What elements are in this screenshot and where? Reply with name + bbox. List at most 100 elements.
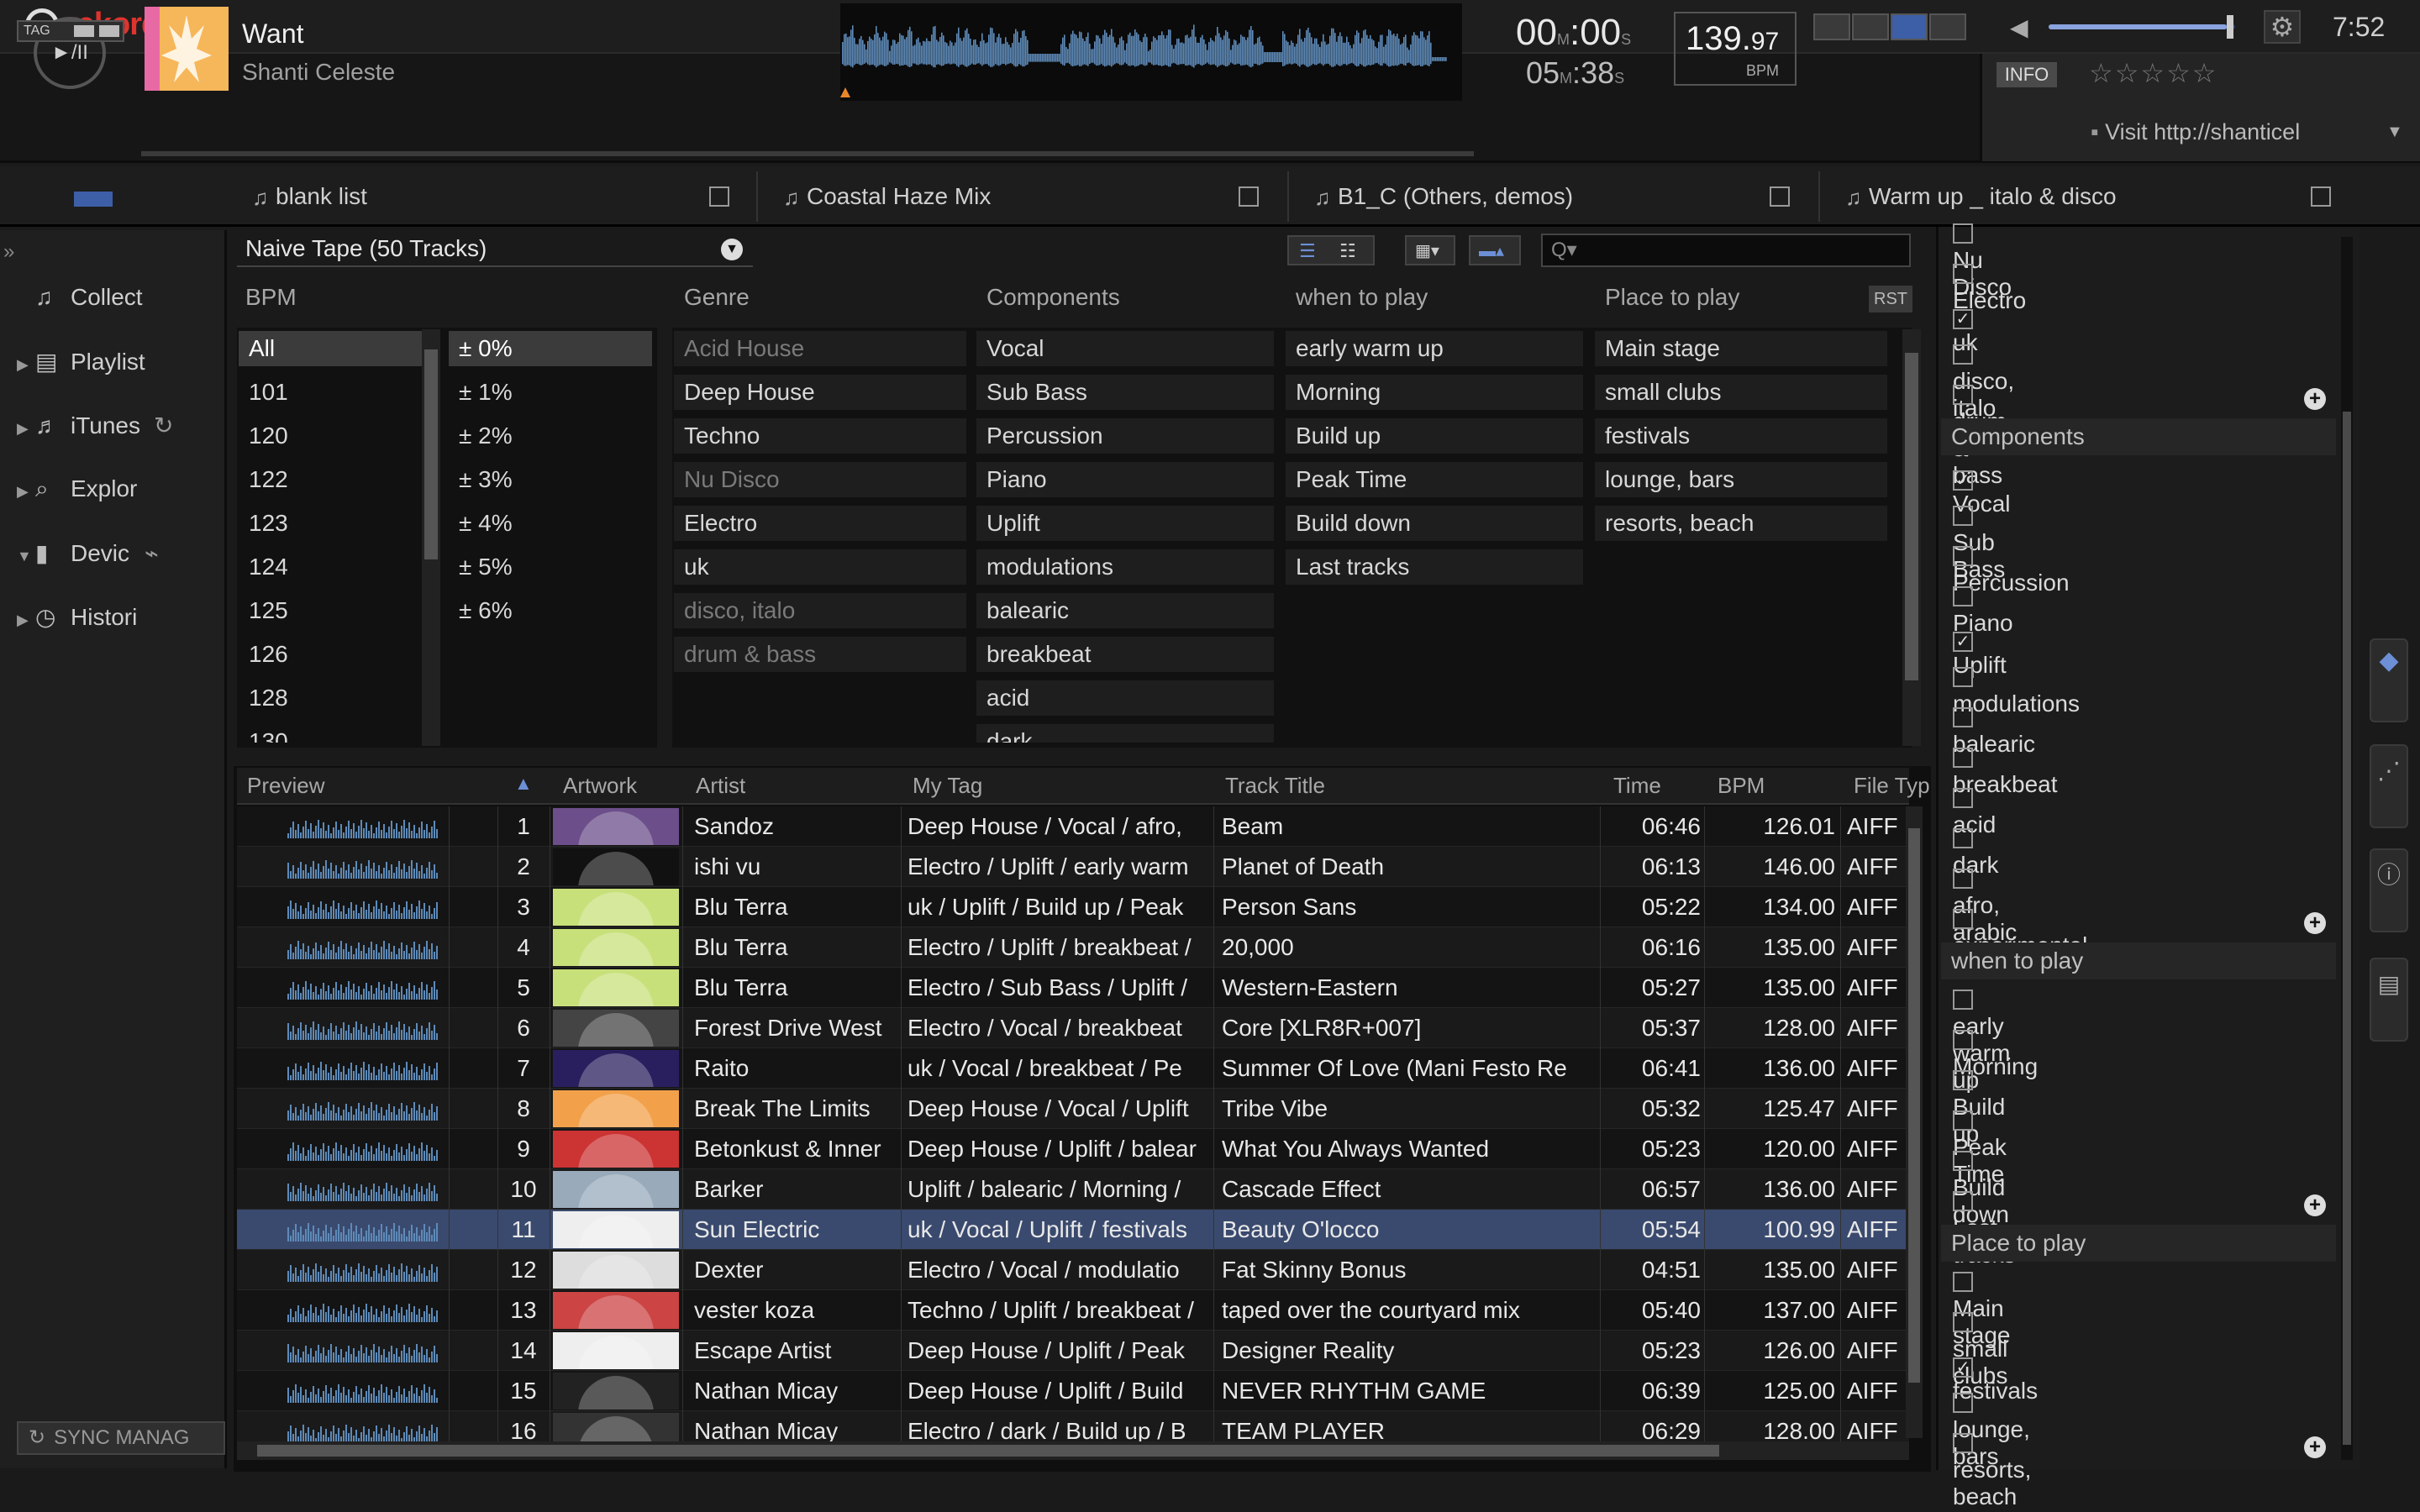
tag-checkbox-item[interactable]: Morning — [1953, 1026, 2038, 1079]
components-filter-item[interactable]: Percussion — [976, 418, 1274, 454]
tag-checkbox-item[interactable]: Percussion — [1953, 543, 2070, 596]
column-file-type[interactable]: File Typ — [1854, 773, 1930, 799]
table-row[interactable]: 7 Raito uk / Vocal / breakbeat / Pe Summer … — [237, 1048, 1909, 1089]
volume-icon[interactable]: ◀ — [2010, 13, 2033, 40]
checkbox-icon[interactable] — [1953, 586, 1973, 606]
components-filter-item[interactable]: acid — [976, 680, 1274, 716]
expand-sidebar-icon[interactable]: » — [3, 240, 14, 264]
checkbox-checked-icon[interactable]: ✓ — [1953, 1357, 1973, 1378]
table-row[interactable]: 3 Blu Terra uk / Uplift / Build up / Peak P… — [237, 887, 1909, 927]
preview-waveform[interactable] — [287, 1421, 444, 1443]
column-artwork[interactable]: Artwork — [563, 773, 637, 799]
info-dropdown-icon[interactable]: ▼ — [2386, 123, 2403, 142]
genre-filter-item[interactable]: uk — [674, 549, 966, 585]
preview-waveform[interactable] — [287, 1139, 444, 1161]
tolerance-filter-item[interactable]: ± 4% — [449, 506, 652, 541]
list-view-toggle[interactable]: ☰ ☷ — [1287, 235, 1375, 265]
when-filter-item[interactable]: Peak Time — [1286, 462, 1583, 497]
preview-waveform[interactable] — [287, 1300, 444, 1322]
checkbox-checked-icon[interactable]: ✓ — [1953, 309, 1973, 329]
tag-checkbox-item[interactable]: early warm up — [1953, 986, 2010, 1093]
tag-checkbox-item[interactable]: small clubs — [1953, 1309, 2007, 1389]
place-filter-item[interactable]: small clubs — [1595, 375, 1887, 410]
preview-waveform[interactable] — [287, 937, 444, 959]
place-filter-item[interactable]: lounge, bars — [1595, 462, 1887, 497]
tag-checkbox-item[interactable]: lounge, bars — [1953, 1389, 2030, 1469]
tab-menu-icon[interactable] — [1770, 186, 1790, 207]
preview-waveform[interactable] — [287, 897, 444, 919]
sidebar-item-itunes[interactable]: ▶ ♬ iTunes ↻ — [17, 412, 173, 445]
column-my-tag[interactable]: My Tag — [913, 773, 982, 799]
info-side-icon[interactable]: ⓘ — [2370, 848, 2408, 932]
tag-checkbox-item[interactable]: disco, italo — [1953, 341, 2014, 421]
tag-checkbox-item[interactable]: dark — [1953, 825, 1998, 878]
table-horizontal-scrollbar[interactable] — [237, 1441, 1909, 1460]
genre-filter-item[interactable]: Techno — [674, 418, 966, 454]
checkbox-icon[interactable] — [1953, 869, 1973, 889]
layout-2-button[interactable] — [1852, 13, 1889, 40]
preview-waveform[interactable] — [287, 1058, 444, 1080]
checkbox-icon[interactable] — [1953, 1312, 1973, 1332]
checkbox-icon[interactable] — [1953, 546, 1973, 566]
components-filter-item[interactable]: modulations — [976, 549, 1274, 585]
checkbox-icon[interactable] — [1953, 344, 1973, 365]
components-filter-item[interactable]: Uplift — [976, 506, 1274, 541]
preview-waveform[interactable] — [287, 978, 444, 1000]
layout-3-button[interactable] — [1891, 13, 1928, 40]
sidebar-item-collection[interactable]: ♫ Collect — [17, 284, 143, 318]
genre-filter-item[interactable]: disco, italo — [674, 593, 966, 628]
components-filter-item[interactable]: Piano — [976, 462, 1274, 497]
bpm-filter-item[interactable]: 124 — [239, 549, 422, 585]
checkbox-icon[interactable] — [1953, 506, 1973, 526]
components-filter-item[interactable]: Sub Bass — [976, 375, 1274, 410]
tag-checkbox-item[interactable]: balearic — [1953, 704, 2035, 757]
table-row[interactable]: 13 vester koza Techno / Uplift / breakbeat… — [237, 1290, 1909, 1331]
genre-filter-item[interactable]: drum & bass — [674, 637, 966, 672]
playlist-selector[interactable]: Naive Tape (50 Tracks) ▼ — [237, 232, 753, 267]
when-filter-item[interactable]: Morning — [1286, 375, 1583, 410]
preview-waveform[interactable] — [287, 1179, 444, 1201]
column-track-title[interactable]: Track Title — [1225, 773, 1325, 799]
checkbox-icon[interactable] — [1953, 707, 1973, 727]
table-row[interactable]: 6 Forest Drive West Electro / Vocal / brea… — [237, 1008, 1909, 1048]
checkbox-checked-icon[interactable]: ✓ — [1953, 632, 1973, 652]
tab-coastal-haze-mix[interactable]: ♫ Coastal Haze Mix — [776, 171, 1289, 222]
checkbox-icon[interactable] — [1953, 909, 1973, 929]
column-sort-number[interactable]: ▲ — [514, 773, 533, 795]
bpm-filter-item[interactable]: 122 — [239, 462, 422, 497]
tag-checkbox-item[interactable]: Last tracks — [1953, 1188, 2016, 1268]
sidebar-item-playlist[interactable]: ▶ ▤ Playlist — [17, 348, 145, 381]
tab-b1-c[interactable]: ♫ B1_C (Others, demos) — [1307, 171, 1820, 222]
tag-checkbox-item[interactable]: drum & bass — [1953, 381, 2007, 488]
tag-checkbox-item[interactable]: breakbeat — [1953, 744, 2058, 797]
checkbox-icon[interactable] — [1953, 1393, 1973, 1413]
tag-checkbox-item[interactable]: acid — [1953, 785, 1996, 837]
related-side-icon[interactable]: ⋰ — [2370, 744, 2408, 828]
tolerance-filter-item[interactable]: ± 0% — [449, 331, 652, 366]
add-tag-icon[interactable]: + — [2304, 1194, 2326, 1216]
tab-menu-icon[interactable] — [1239, 186, 1259, 207]
tag-checkbox-item[interactable]: Sub Bass — [1953, 502, 2005, 582]
column-browser-button[interactable]: ▦▾ — [1405, 235, 1455, 265]
tag-checkbox-item[interactable]: Piano — [1953, 583, 2013, 636]
genre-filter-item[interactable]: Nu Disco — [674, 462, 966, 497]
table-row[interactable]: 15 Nathan Micay Deep House / Uplift / Buil… — [237, 1371, 1909, 1411]
checkbox-icon[interactable] — [1953, 385, 1973, 405]
info-tab[interactable]: INFO — [1996, 62, 2057, 87]
rating-stars[interactable]: ☆☆☆☆☆ — [2089, 57, 2217, 89]
table-row[interactable]: 2 ishi vu Electro / Uplift / early warm Pla… — [237, 847, 1909, 887]
tag-checkbox-item[interactable]: Peak Time — [1953, 1107, 2007, 1187]
preview-waveform[interactable] — [287, 1260, 444, 1282]
tag-checkbox-item[interactable]: ✓Uplift — [1953, 623, 2007, 678]
tag-checkbox-item[interactable]: Build up — [1953, 1067, 2005, 1147]
sync-manager-button[interactable]: ↻ SYNC MANAG — [17, 1421, 225, 1455]
checkbox-icon[interactable] — [1953, 223, 1973, 244]
when-filter-item[interactable]: early warm up — [1286, 331, 1583, 366]
preview-waveform[interactable] — [287, 1381, 444, 1403]
add-tag-icon[interactable]: + — [2304, 1436, 2326, 1458]
tag-checkbox-item[interactable]: ✓uk — [1953, 301, 1988, 355]
table-row[interactable]: 8 Break The Limits Deep House / Vocal / Up… — [237, 1089, 1909, 1129]
checkbox-icon[interactable] — [1953, 1110, 1973, 1131]
checkbox-checked-icon[interactable]: ✓ — [1953, 470, 1973, 491]
preview-waveform[interactable] — [287, 1341, 444, 1362]
